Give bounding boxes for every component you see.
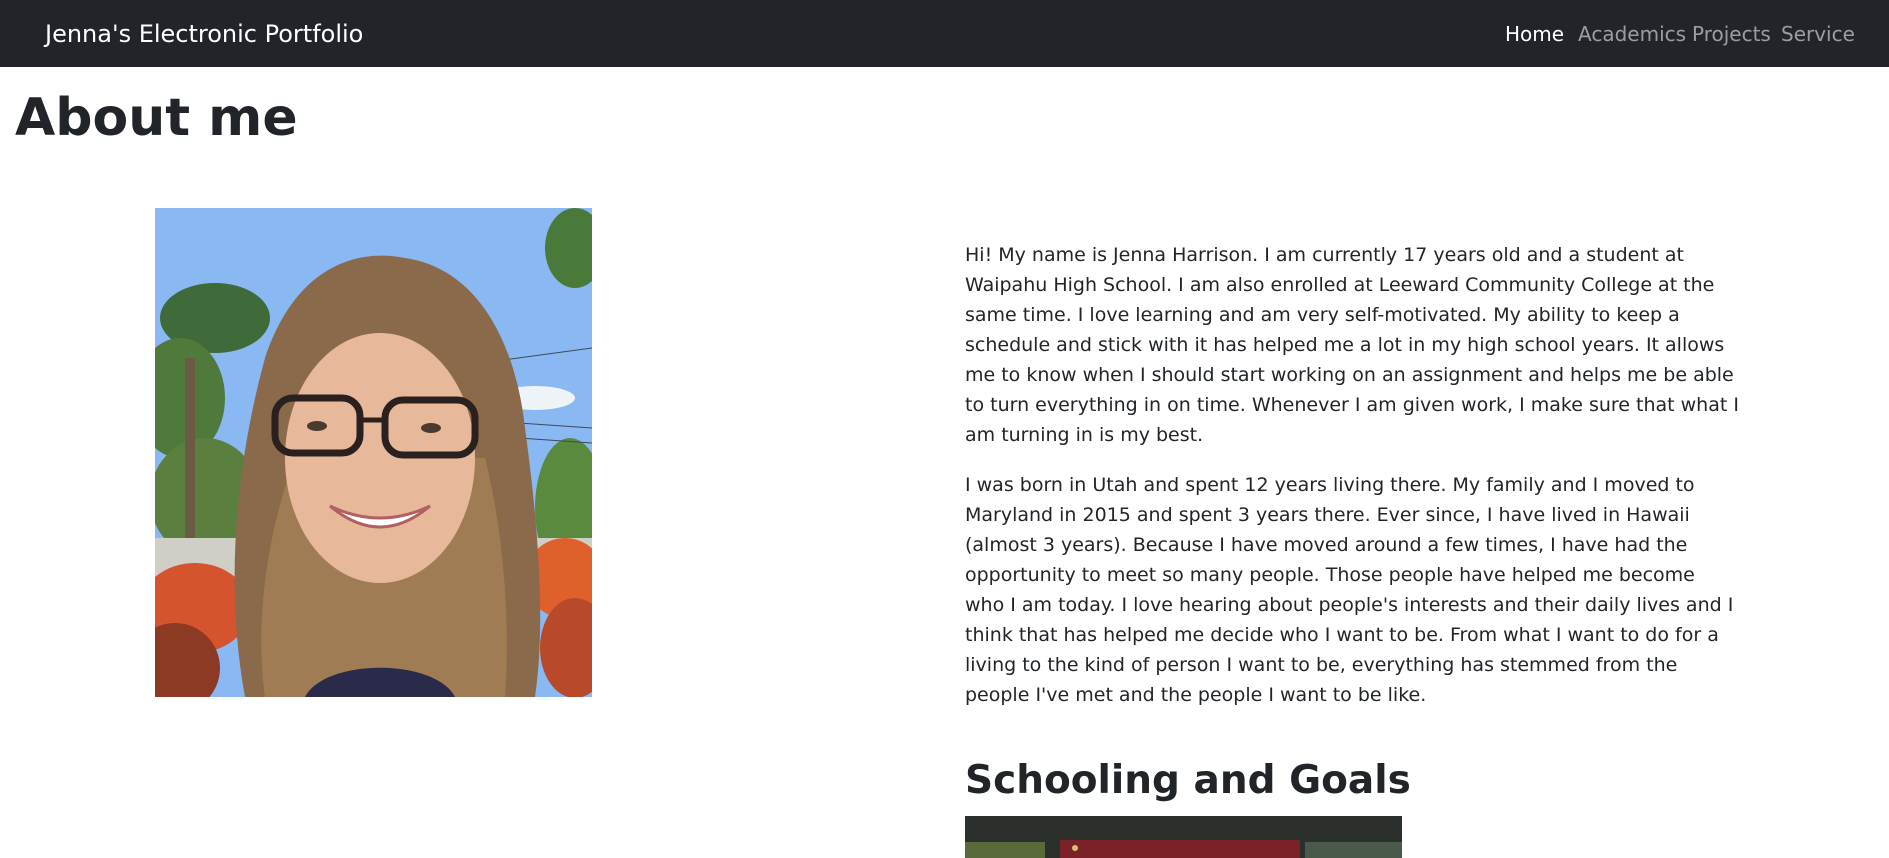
nav-link-service[interactable]: Service [1781, 22, 1855, 46]
section-title-schooling: Schooling and Goals [965, 758, 1411, 803]
nav-link-projects[interactable]: Projects [1692, 22, 1771, 46]
bio-paragraph: Hi! My name is Jenna Harrison. I am curr… [965, 244, 1739, 446]
bio-paragraph: I was born in Utah and spent 12 years li… [965, 474, 1734, 706]
page-title: About me [15, 88, 298, 148]
schooling-photo [965, 816, 1402, 858]
profile-photo [155, 208, 592, 697]
brand-link[interactable]: Jenna's Electronic Portfolio [45, 20, 363, 48]
nav-link-academics[interactable]: Academics [1578, 22, 1686, 46]
bio-text: Hi! My name is Jenna Harrison. I am curr… [965, 240, 1740, 730]
navbar: Jenna's Electronic Portfolio Home Academ… [0, 0, 1889, 67]
nav-link-home[interactable]: Home [1505, 22, 1564, 46]
